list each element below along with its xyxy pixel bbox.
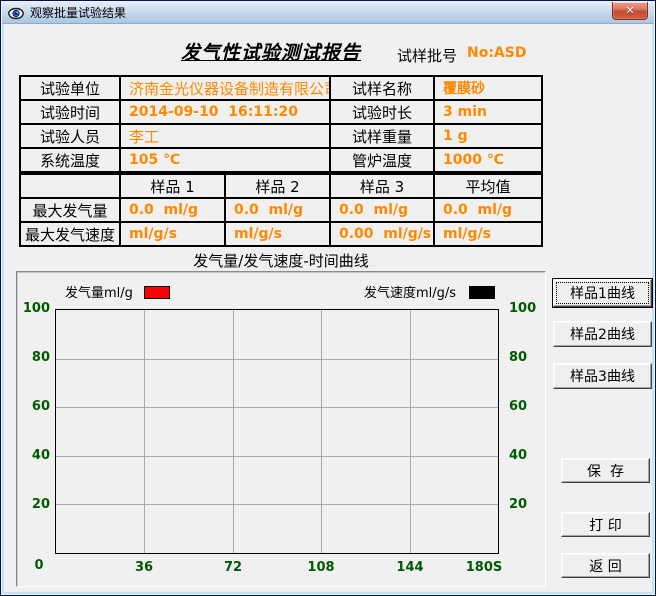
results-cell: 0.0 ml/g <box>121 199 226 223</box>
results-cell: 0.0 ml/g <box>331 199 435 223</box>
results-header-sample1: 样品 1 <box>121 175 226 199</box>
gridline-v <box>410 310 411 553</box>
info-value: 105 ℃ <box>121 149 331 173</box>
x-tick: 144 <box>396 560 423 575</box>
print-button[interactable]: 打 印 <box>561 512 650 537</box>
gridline-h <box>56 456 498 457</box>
legend-speed-swatch <box>469 286 495 299</box>
legend-gas-label: 发气量ml/g <box>65 282 133 301</box>
y-right-tick: 60 <box>509 399 549 414</box>
results-row-label: 最大发气速度 <box>21 223 121 247</box>
batch-number-label: 试样批号 <box>397 45 457 66</box>
y-left-tick: 40 <box>17 448 50 463</box>
results-cell: 0.0 ml/g <box>226 199 331 223</box>
x-tick: 108 <box>307 560 334 575</box>
info-value: 2014-09-10 16:11:20 <box>121 101 331 125</box>
info-value: 3 min <box>435 101 543 125</box>
results-row-label: 最大发气量 <box>21 199 121 223</box>
results-corner-cell <box>21 175 121 199</box>
report-title: 发气性试验测试报告 <box>181 38 361 65</box>
y-left-tick: 100 <box>17 301 50 316</box>
info-table: 试验单位 济南金光仪器设备制造有限公司 试样名称 覆膜砂 试验时间 2014-0… <box>19 75 543 173</box>
results-header-sample3: 样品 3 <box>331 175 435 199</box>
gridline-v <box>321 310 322 553</box>
sample1-curve-button[interactable]: 样品1曲线 <box>553 279 652 307</box>
window-title: 观察批量试验结果 <box>30 4 126 21</box>
title-bar[interactable]: 观察批量试验结果 <box>2 2 654 24</box>
eye-app-icon <box>8 5 24 21</box>
info-label: 试验单位 <box>21 77 121 101</box>
results-header-sample2: 样品 2 <box>226 175 331 199</box>
info-label: 系统温度 <box>21 149 121 173</box>
results-header-average: 平均值 <box>435 175 543 199</box>
y-right-tick: 20 <box>509 497 549 512</box>
results-cell: 0.00 ml/g/s <box>331 223 435 247</box>
results-cell: ml/g/s <box>121 223 226 247</box>
y-right-tick: 80 <box>509 350 549 365</box>
info-label: 试样名称 <box>331 77 435 101</box>
info-label: 管炉温度 <box>331 149 435 173</box>
results-table: 样品 1 样品 2 样品 3 平均值 最大发气量 0.0 ml/g 0.0 ml… <box>19 173 543 247</box>
info-value: 济南金光仪器设备制造有限公司 <box>121 77 331 101</box>
x-tick: 36 <box>135 560 153 575</box>
y-left-tick: 20 <box>17 497 50 512</box>
sample2-curve-button[interactable]: 样品2曲线 <box>553 321 652 347</box>
legend-speed-label: 发气速度ml/g/s <box>364 282 456 301</box>
gridline-h <box>56 359 498 360</box>
gridline-v <box>144 310 145 553</box>
info-label: 试验人员 <box>21 125 121 149</box>
y-left-tick: 60 <box>17 399 50 414</box>
plot-area <box>55 309 499 554</box>
info-label: 试样重量 <box>331 125 435 149</box>
save-button[interactable]: 保 存 <box>561 458 650 483</box>
info-label: 试验时长 <box>331 101 435 125</box>
x-tick: 72 <box>224 560 242 575</box>
sample3-curve-button[interactable]: 样品3曲线 <box>553 363 652 389</box>
origin-tick: 0 <box>27 558 51 573</box>
info-value: 1000 ℃ <box>435 149 543 173</box>
gridline-h <box>56 504 498 505</box>
gridline-v <box>233 310 234 553</box>
legend-gas-swatch <box>144 286 170 299</box>
info-label: 试验时间 <box>21 101 121 125</box>
chart-panel: 发气量ml/g 发气速度ml/g/s 100 80 60 40 20 0 100… <box>16 271 546 587</box>
y-right-tick: 40 <box>509 448 549 463</box>
close-button[interactable]: ✕ <box>612 2 648 20</box>
y-right-tick: 100 <box>509 301 549 316</box>
dialog-window: 观察批量试验结果 ✕ 发气性试验测试报告 试样批号 No:ASD 试验单位 济南… <box>0 0 656 596</box>
results-cell: ml/g/s <box>226 223 331 247</box>
batch-number-value: No:ASD <box>467 45 526 61</box>
return-button[interactable]: 返 回 <box>561 553 650 578</box>
info-value: 李工 <box>121 125 331 149</box>
chart-caption: 发气量/发气速度-时间曲线 <box>16 250 546 271</box>
x-tick: 180S <box>466 560 503 575</box>
results-cell: ml/g/s <box>435 223 543 247</box>
info-value: 1 g <box>435 125 543 149</box>
info-value: 覆膜砂 <box>435 77 543 101</box>
y-left-tick: 80 <box>17 350 50 365</box>
gridline-h <box>56 407 498 408</box>
results-cell: 0.0 ml/g <box>435 199 543 223</box>
